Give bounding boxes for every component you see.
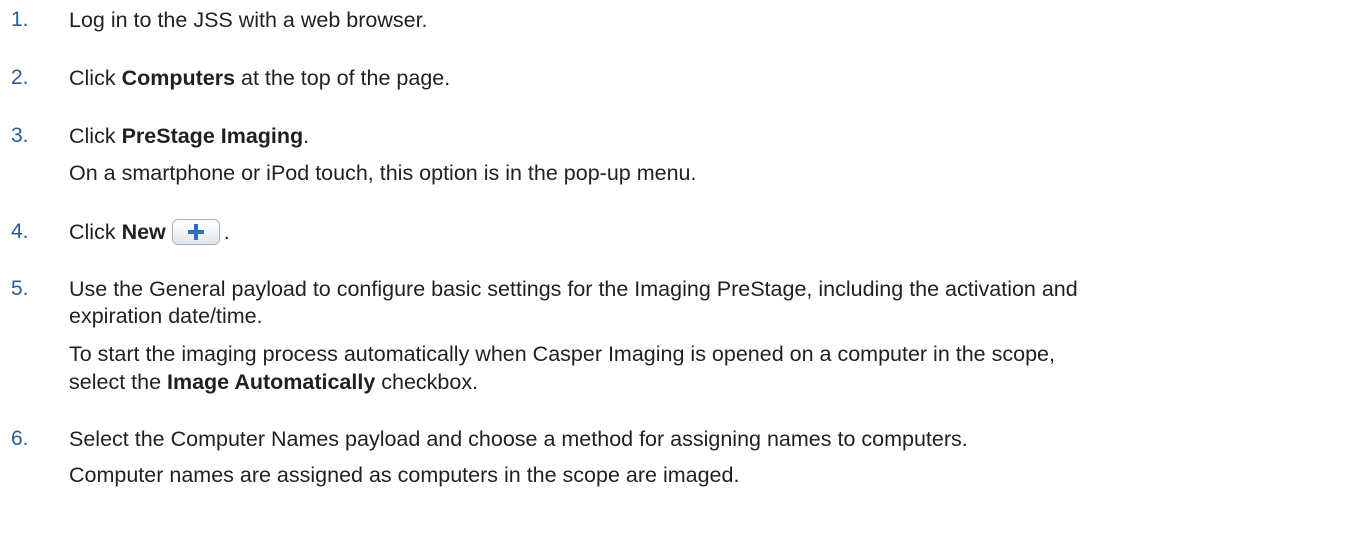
step-note: Computer names are assigned as computers… xyxy=(69,463,740,487)
step-number: 4. xyxy=(11,220,29,243)
step-number: 1. xyxy=(11,8,29,31)
step-text: expiration date/time. xyxy=(69,304,263,328)
step-text: Select the Computer Names payload and ch… xyxy=(69,427,968,451)
step-number: 5. xyxy=(11,277,29,300)
step-number: 3. xyxy=(11,124,29,147)
step-note: To start the imaging process automatical… xyxy=(69,342,1055,366)
ui-term: New xyxy=(121,220,166,244)
step-note: select the Image Automatically checkbox. xyxy=(69,370,479,394)
step-text: Click New. xyxy=(69,219,230,245)
step-number: 6. xyxy=(11,427,29,450)
new-plus-button xyxy=(171,219,220,245)
step-number: 2. xyxy=(11,66,29,89)
step-text: Click Computers at the top of the page. xyxy=(69,66,451,90)
step-text: Click PreStage Imaging. xyxy=(69,124,310,148)
ui-term: Computers xyxy=(121,66,236,90)
step-text: Log in to the JSS with a web browser. xyxy=(69,8,428,32)
ui-term: Image Automatically xyxy=(167,370,376,394)
ui-term: PreStage Imaging xyxy=(121,124,304,148)
step-text: Use the General payload to configure bas… xyxy=(69,277,1078,301)
step-note: On a smartphone or iPod touch, this opti… xyxy=(69,161,697,185)
plus-icon xyxy=(187,224,204,240)
